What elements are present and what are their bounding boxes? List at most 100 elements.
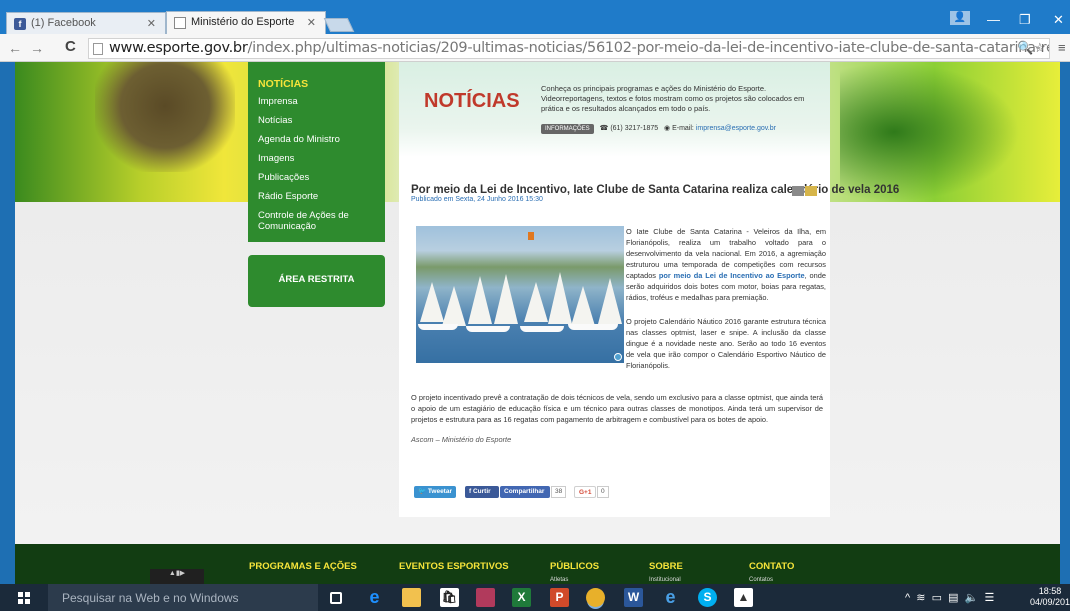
windows-taskbar: Pesquisar na Web e no Windows e 🛍 X P W …	[0, 584, 1070, 611]
page-icon	[93, 43, 103, 55]
sidebar-item-imagens[interactable]: Imagens	[258, 153, 385, 164]
article-tools	[791, 186, 817, 199]
minimize-icon[interactable]: —	[987, 12, 1000, 27]
photo-hull	[520, 326, 564, 332]
notification-icon[interactable]: ☰	[985, 592, 995, 604]
tab-facebook[interactable]: f (1) Facebook ✕	[6, 12, 166, 34]
page-title: NOTÍCIAS	[424, 90, 520, 112]
photo-sail	[442, 286, 466, 326]
windows-logo-icon	[18, 592, 30, 604]
footer-link-contatos[interactable]: Contatos	[749, 577, 773, 583]
powerpoint-icon[interactable]: P	[550, 588, 569, 607]
battery-icon[interactable]: ▭	[932, 592, 942, 604]
email-link[interactable]: imprensa@esporte.gov.br	[696, 125, 776, 132]
restore-icon[interactable]: ❐	[1019, 12, 1031, 28]
email-label: E-mail:	[672, 125, 694, 132]
facebook-share-button[interactable]: Compartilhar	[500, 486, 550, 498]
back-icon[interactable]: ←	[8, 40, 22, 56]
photo-sail	[420, 282, 444, 322]
skype-icon[interactable]: S	[698, 588, 717, 607]
reload-icon[interactable]: C	[65, 38, 76, 55]
footer-link-atletas[interactable]: Atletas	[550, 577, 568, 583]
article-date: Publicado em Sexta, 24 Junho 2016 15:30	[411, 196, 543, 203]
sidebar-item-publicacoes[interactable]: Publicações	[258, 172, 385, 183]
address-bar[interactable]: www.esporte.gov.br/index.php/ultimas-not…	[88, 38, 1050, 59]
sidebar-item-controle[interactable]: Controle de Ações de Comunicação	[258, 210, 358, 232]
clock-date: 04/09/2016	[1030, 597, 1070, 607]
print-icon[interactable]	[792, 186, 804, 196]
banner-decoration	[840, 62, 1020, 202]
menu-icon[interactable]: ≡	[1058, 40, 1066, 55]
volume-icon[interactable]: 🔈	[965, 592, 979, 604]
article-paragraph-2: O projeto Calendário Náutico 2016 garant…	[626, 317, 826, 370]
footer-publicos[interactable]: PÚBLICOS	[550, 561, 599, 572]
url-host: www.esporte.gov.br	[109, 40, 248, 56]
photos-icon[interactable]: ▲	[734, 588, 753, 607]
new-tab-button[interactable]	[323, 18, 355, 32]
sidebar-item-noticias[interactable]: Notícias	[258, 115, 385, 126]
bookmark-star-icon[interactable]: ☆	[1034, 40, 1046, 56]
gplus-button[interactable]: G+1	[574, 486, 596, 498]
window-close-icon[interactable]: ✕	[1053, 12, 1064, 28]
edge-icon[interactable]: e	[365, 588, 384, 607]
restricted-area-button[interactable]: ÁREA RESTRITA	[248, 255, 385, 307]
app-icon[interactable]	[476, 588, 495, 607]
taskbar-clock[interactable]: 18:58 04/09/2016	[1030, 586, 1070, 608]
page-icon	[174, 17, 186, 29]
photo-hull	[418, 324, 458, 330]
phone-number: (61) 3217-1875	[610, 125, 659, 132]
browser-toolbar: ← → C www.esporte.gov.br/index.php/ultim…	[0, 34, 1070, 62]
taskbar-search[interactable]: Pesquisar na Web e no Windows	[48, 584, 318, 611]
footer-contato[interactable]: CONTATO	[749, 561, 794, 572]
excel-icon[interactable]: X	[512, 588, 531, 607]
article-paragraph-3: O projeto incentivado prevê a contrataçã…	[411, 393, 823, 424]
system-tray: ^ ≋ ▭ ▤ 🔈 ☰	[905, 591, 994, 604]
chrome-icon[interactable]	[586, 588, 605, 607]
store-icon[interactable]: 🛍	[440, 588, 459, 607]
close-tab-icon[interactable]: ✕	[147, 17, 156, 30]
email-icon: ◉	[664, 125, 671, 132]
footer-sobre[interactable]: SOBRE	[649, 561, 683, 572]
word-icon[interactable]: W	[624, 588, 643, 607]
email-article-icon[interactable]	[805, 186, 817, 196]
photo-hull	[466, 326, 510, 332]
photo-sail	[468, 276, 492, 324]
article-credit: Ascom – Ministério do Esporte	[411, 435, 512, 444]
photo-sail	[524, 282, 548, 322]
article-photo[interactable]	[416, 226, 624, 363]
sidebar-item-imprensa[interactable]: Imprensa	[258, 96, 385, 107]
footer-link-institucional[interactable]: Institucional	[649, 577, 681, 583]
chevron-up-icon[interactable]: ^	[905, 592, 910, 604]
footer-eventos[interactable]: EVENTOS ESPORTIVOS	[399, 561, 509, 572]
file-explorer-icon[interactable]	[402, 588, 421, 607]
network-icon[interactable]: ≋	[916, 592, 925, 604]
sidebar-menu: NOTÍCIAS Imprensa Notícias Agenda do Min…	[248, 62, 385, 242]
incentive-law-link[interactable]: por meio da Lei de Incentivo ao Esporte	[659, 271, 805, 280]
tab-ministerio[interactable]: Ministério do Esporte ✕	[166, 11, 326, 34]
forward-icon[interactable]: →	[30, 40, 44, 56]
banner-decoration	[95, 62, 235, 172]
photo-sail	[548, 272, 572, 324]
photo-flag	[528, 232, 534, 240]
photo-sail	[571, 286, 595, 326]
user-profile-icon[interactable]: 👤	[950, 11, 970, 25]
sidebar-item-radio[interactable]: Rádio Esporte	[258, 191, 385, 202]
sidebar-item-agenda[interactable]: Agenda do Ministro	[258, 134, 385, 145]
main-content: NOTÍCIAS Conheça os principais programas…	[399, 62, 900, 517]
footer-programas[interactable]: PROGRAMAS E AÇÕES	[249, 561, 357, 572]
article-title: Por meio da Lei de Incentivo, Iate Clube…	[411, 184, 900, 196]
article-paragraph-1: O Iate Clube de Santa Catarina - Veleiro…	[626, 226, 826, 303]
internet-explorer-icon[interactable]: e	[661, 588, 680, 607]
facebook-like-button[interactable]: f Curtir	[465, 486, 499, 498]
zoom-icon[interactable]: 🔍	[1017, 40, 1033, 56]
start-button[interactable]	[0, 584, 48, 611]
photo-sail	[598, 278, 622, 324]
keyboard-icon[interactable]: ▤	[948, 592, 958, 604]
contact-info: INFORMAÇÕES ☎ (61) 3217-1875 ◉ E-mail: i…	[541, 124, 776, 134]
close-tab-icon[interactable]: ✕	[307, 16, 316, 29]
task-view-icon[interactable]	[330, 592, 342, 604]
tweet-label: Tweetar	[427, 488, 452, 495]
tweet-button[interactable]: 🐦 Tweetar	[414, 486, 456, 498]
zoom-photo-icon[interactable]	[614, 353, 622, 361]
phone-icon: ☎	[599, 125, 609, 132]
